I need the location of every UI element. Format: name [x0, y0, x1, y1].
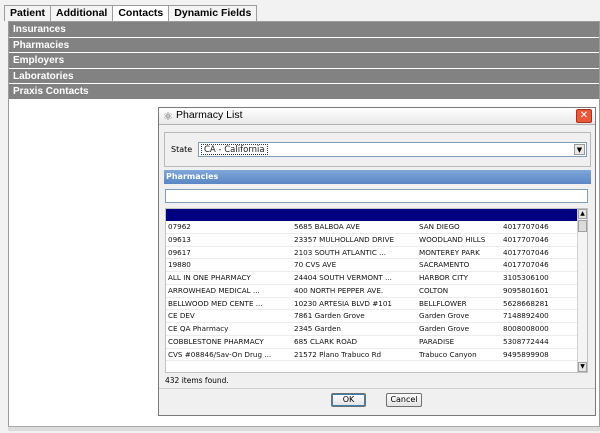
- cell-city: SACRAMENTO: [419, 260, 470, 270]
- cell-city: Garden Grove: [419, 311, 470, 321]
- column-header-address[interactable]: [292, 209, 417, 221]
- table-row[interactable]: 19880 70 CVS AVE SACRAMENTO 4017707046: [166, 259, 579, 272]
- table-row[interactable]: 09617 2103 SOUTH ATLANTIC ... MONTEREY PAR…: [166, 247, 579, 260]
- cell-name: BELLWOOD MED CENTE ...: [168, 298, 263, 308]
- cell-address: 10230 ARTESIA BLVD #101: [294, 298, 392, 308]
- cell-address: 23357 MULHOLLAND DRIVE: [294, 234, 395, 244]
- state-group: State CA - California ▼: [164, 132, 591, 167]
- table-header: [166, 209, 579, 221]
- cell-name: COBBLESTONE PHARMACY: [168, 336, 264, 346]
- pharmacy-icon: ⚛: [163, 110, 173, 123]
- section-pharmacies[interactable]: Pharmacies: [9, 37, 599, 53]
- state-select[interactable]: CA - California ▼: [198, 142, 587, 157]
- chevron-down-icon[interactable]: ▼: [574, 144, 585, 155]
- cell-city: COLTON: [419, 285, 449, 295]
- tab-contacts[interactable]: Contacts: [112, 5, 170, 22]
- cell-name: 09617: [168, 247, 191, 257]
- cell-name: 09613: [168, 234, 191, 244]
- tab-dynamic-fields[interactable]: Dynamic Fields: [168, 5, 258, 21]
- cell-address: 2345 Garden: [294, 324, 341, 333]
- cell-phone: 4017707046: [503, 234, 549, 244]
- dialog-titlebar[interactable]: ⚛ Pharmacy List ✕: [159, 108, 595, 125]
- ok-button[interactable]: OK: [331, 393, 366, 407]
- cell-phone: 5628668281: [503, 298, 549, 308]
- cell-phone: 7148892400: [503, 311, 549, 321]
- cell-name: CVS #08846/Sav-On Drug ...: [168, 349, 272, 359]
- column-header-city[interactable]: [417, 209, 501, 221]
- divider: [159, 388, 595, 389]
- cell-city: Trabuco Canyon: [419, 349, 477, 359]
- cancel-button[interactable]: Cancel: [386, 393, 422, 407]
- cell-address: 400 NORTH PEPPER AVE.: [294, 285, 384, 295]
- table-row[interactable]: ARROWHEAD MEDICAL ... 400 NORTH PEPPER AV…: [166, 285, 579, 298]
- cell-phone: 5308772444: [503, 336, 549, 346]
- cell-address: 5685 BALBOA AVE: [294, 222, 360, 231]
- section-laboratories[interactable]: Laboratories: [9, 68, 599, 84]
- items-count: 432 items found.: [165, 376, 229, 385]
- cell-phone: 4017707046: [503, 260, 549, 270]
- column-header-phone[interactable]: [501, 209, 579, 221]
- cell-name: 07962: [168, 222, 191, 231]
- cell-phone: 8008008000: [503, 324, 549, 333]
- cell-name: ARROWHEAD MEDICAL ...: [168, 285, 260, 295]
- close-button[interactable]: ✕: [576, 109, 592, 123]
- section-employers[interactable]: Employers: [9, 53, 599, 69]
- cell-address: 24404 SOUTH VERMONT ...: [294, 273, 392, 282]
- cell-phone: 4017707046: [503, 247, 549, 257]
- table-row[interactable]: 07962 5685 BALBOA AVE SAN DIEGO 4017707046: [166, 221, 579, 234]
- cell-address: 7861 Garden Grove: [294, 311, 365, 321]
- cell-city: Garden Grove: [419, 324, 470, 333]
- section-insurances[interactable]: Insurances: [9, 22, 599, 38]
- cell-city: WOODLAND HILLS: [419, 234, 486, 244]
- cell-city: HARBOR CITY: [419, 273, 468, 282]
- cell-name: ALL IN ONE PHARMACY: [168, 273, 251, 282]
- section-praxis-contacts[interactable]: Praxis Contacts: [9, 84, 599, 100]
- cell-city: MONTEREY PARK: [419, 247, 480, 257]
- cell-city: SAN DIEGO: [419, 222, 460, 231]
- dialog-title: Pharmacy List: [176, 109, 243, 121]
- table-row[interactable]: CE QA Pharmacy 2345 Garden Garden Grove 800…: [166, 323, 579, 336]
- state-selected-value: CA - California: [201, 144, 268, 155]
- cell-name: CE DEV: [168, 311, 195, 321]
- table-row[interactable]: CVS #08846/Sav-On Drug ... 21572 Plano Tr…: [166, 349, 579, 362]
- table-row[interactable]: ALL IN ONE PHARMACY 24404 SOUTH VERMONT .…: [166, 272, 579, 285]
- cell-city: BELLFLOWER: [419, 298, 467, 308]
- tab-bar: Patient Additional Contacts Dynamic Fiel…: [4, 5, 258, 22]
- pharmacy-table: 07962 5685 BALBOA AVE SAN DIEGO 4017707046 …: [165, 208, 588, 373]
- close-icon: ✕: [579, 110, 589, 121]
- table-row[interactable]: BELLWOOD MED CENTE ... 10230 ARTESIA BLVD…: [166, 298, 579, 311]
- tab-additional[interactable]: Additional: [50, 5, 114, 21]
- table-row[interactable]: COBBLESTONE PHARMACY 685 CLARK ROAD PARADI…: [166, 336, 579, 349]
- cell-address: 21572 Plano Trabuco Rd: [294, 349, 382, 359]
- scroll-up-icon[interactable]: ▲: [578, 209, 587, 219]
- table-body: 07962 5685 BALBOA AVE SAN DIEGO 4017707046 …: [166, 221, 579, 362]
- cell-name: CE QA Pharmacy: [168, 324, 229, 333]
- table-row[interactable]: 09613 23357 MULHOLLAND DRIVE WOODLAND HILL…: [166, 234, 579, 247]
- column-header-name[interactable]: [166, 209, 292, 221]
- tab-patient[interactable]: Patient: [4, 5, 52, 21]
- cell-name: 19880: [168, 260, 191, 270]
- cell-phone: 3105306100: [503, 273, 549, 282]
- table-scrollbar[interactable]: ▲ ▼: [577, 209, 587, 372]
- cell-phone: 4017707046: [503, 222, 549, 231]
- scroll-thumb[interactable]: [578, 220, 587, 232]
- pharmacy-filter-input[interactable]: [165, 189, 588, 203]
- scroll-down-icon[interactable]: ▼: [578, 362, 587, 372]
- pharmacy-list-dialog: ⚛ Pharmacy List ✕ State CA - California …: [158, 107, 596, 416]
- cell-address: 2103 SOUTH ATLANTIC ...: [294, 247, 387, 257]
- table-row[interactable]: CE DEV 7861 Garden Grove Garden Grove 71488…: [166, 310, 579, 323]
- cell-city: PARADISE: [419, 336, 455, 346]
- cell-address: 70 CVS AVE: [294, 260, 337, 270]
- state-label: State: [171, 145, 193, 154]
- cell-phone: 9495899908: [503, 349, 549, 359]
- cell-phone: 9095801601: [503, 285, 549, 295]
- cell-address: 685 CLARK ROAD: [294, 336, 358, 346]
- bottom-strip: [8, 426, 600, 431]
- pharmacies-header: Pharmacies: [164, 170, 591, 184]
